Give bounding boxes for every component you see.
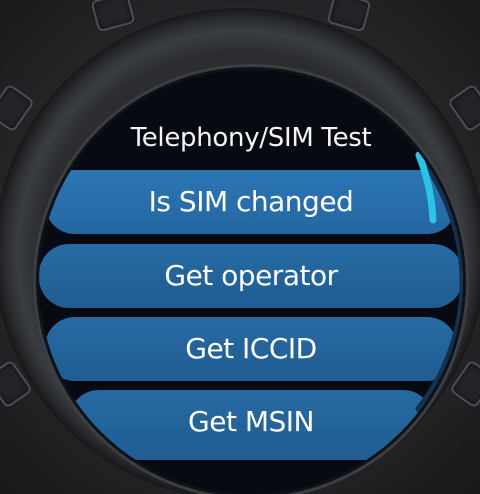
bezel-notch xyxy=(90,0,136,33)
watch-photo: Telephony/SIM Test Is SIM changed Get op… xyxy=(0,0,480,494)
scroll-track xyxy=(415,151,463,413)
watch-screen: Telephony/SIM Test Is SIM changed Get op… xyxy=(39,70,463,494)
scroll-thumb[interactable] xyxy=(415,151,437,224)
scroll-indicator[interactable] xyxy=(39,70,463,494)
